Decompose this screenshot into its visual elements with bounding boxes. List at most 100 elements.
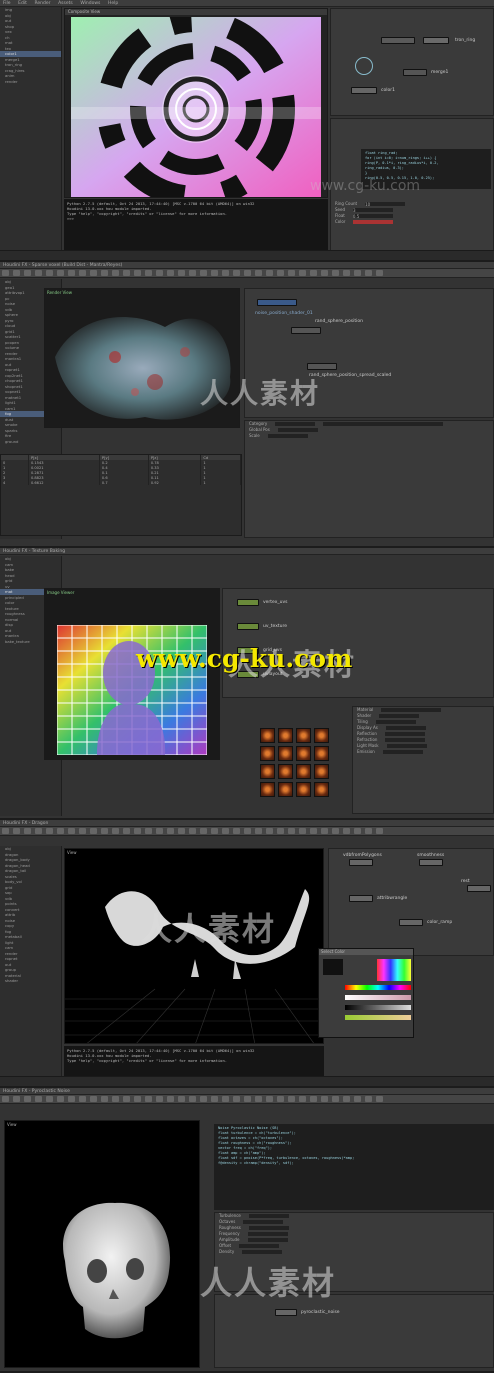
color-picker-dialog[interactable]: Select Color xyxy=(318,948,414,1038)
shelf-icon[interactable] xyxy=(354,1096,361,1102)
shelf-icon[interactable] xyxy=(46,828,53,834)
node[interactable] xyxy=(467,885,491,892)
material-swatch-icon[interactable] xyxy=(260,764,275,779)
material-swatch-icon[interactable] xyxy=(314,782,329,797)
material-swatch-icon[interactable] xyxy=(314,764,329,779)
shelf-icon[interactable] xyxy=(266,1096,273,1102)
shelf-icon[interactable] xyxy=(112,828,119,834)
shelf-icon[interactable] xyxy=(376,270,383,276)
shelf-icon[interactable] xyxy=(13,270,20,276)
shelf-icon[interactable] xyxy=(332,270,339,276)
shelf-icon[interactable] xyxy=(233,828,240,834)
node[interactable] xyxy=(399,919,423,926)
shelf-icon[interactable] xyxy=(112,1096,119,1102)
shelf-icon[interactable] xyxy=(222,270,229,276)
shelf-icon[interactable] xyxy=(200,1096,207,1102)
shelf-icon[interactable] xyxy=(35,1096,42,1102)
shelf-icon[interactable] xyxy=(101,1096,108,1102)
geometry-spreadsheet[interactable]: P[x] P[y] P[z] Cd 0 0.1543 0.2 0.78 1 1 0.0021 0.… xyxy=(0,454,242,536)
shelf-icon[interactable] xyxy=(354,828,361,834)
shelf-icon[interactable] xyxy=(57,828,64,834)
shelf-icon[interactable] xyxy=(211,270,218,276)
shelf-icon[interactable] xyxy=(2,270,9,276)
shelf-icon[interactable] xyxy=(354,270,361,276)
shelf-icon[interactable] xyxy=(365,270,372,276)
python-shell[interactable]: Python 2.7.5 (default, Oct 24 2013, 17:4… xyxy=(64,1046,324,1076)
shelf-icon[interactable] xyxy=(244,828,251,834)
color-palette[interactable] xyxy=(377,959,411,981)
shelf-icon[interactable] xyxy=(145,1096,152,1102)
shelf-icon[interactable] xyxy=(35,270,42,276)
shelf-icon[interactable] xyxy=(343,1096,350,1102)
menu-file[interactable]: File xyxy=(0,0,14,7)
menu-windows[interactable]: Windows xyxy=(77,0,103,7)
material-swatch-icon[interactable] xyxy=(296,728,311,743)
shelf-icon[interactable] xyxy=(123,1096,130,1102)
shelf-icon[interactable] xyxy=(134,270,141,276)
shelf-icon[interactable] xyxy=(233,1096,240,1102)
shelf-icon[interactable] xyxy=(233,270,240,276)
sat-slider[interactable] xyxy=(345,995,411,1000)
node[interactable] xyxy=(237,623,259,630)
node[interactable] xyxy=(423,37,449,44)
shelf-icon[interactable] xyxy=(156,1096,163,1102)
material-swatch-icon[interactable] xyxy=(260,746,275,761)
node[interactable] xyxy=(291,327,321,334)
shelf-icon[interactable] xyxy=(299,270,306,276)
shelf-icon[interactable] xyxy=(288,828,295,834)
shelf-icon[interactable] xyxy=(277,270,284,276)
shelf-icon[interactable] xyxy=(79,1096,86,1102)
shelf-icon[interactable] xyxy=(288,1096,295,1102)
material-swatch-icon[interactable] xyxy=(296,782,311,797)
shelf-icon[interactable] xyxy=(244,270,251,276)
shelf-icon[interactable] xyxy=(277,828,284,834)
shelf-icon[interactable] xyxy=(332,828,339,834)
shelf-icon[interactable] xyxy=(2,828,9,834)
shelf-icon[interactable] xyxy=(24,270,31,276)
hue-slider[interactable] xyxy=(345,985,411,990)
shelf-icon[interactable] xyxy=(255,828,262,834)
material-swatch-icon[interactable] xyxy=(260,728,275,743)
shelf-icon[interactable] xyxy=(90,1096,97,1102)
shelf-icon[interactable] xyxy=(211,828,218,834)
shelf-icon[interactable] xyxy=(332,1096,339,1102)
shelf-icon[interactable] xyxy=(35,828,42,834)
node[interactable] xyxy=(349,859,373,866)
shelf-icon[interactable] xyxy=(46,270,53,276)
node-graph[interactable]: vdbfromPolygons smoothness attribwrangle… xyxy=(328,848,494,956)
shelf-icon[interactable] xyxy=(299,1096,306,1102)
shelf-icon[interactable] xyxy=(299,828,306,834)
shelf-icon[interactable] xyxy=(68,1096,75,1102)
shelf-icon[interactable] xyxy=(90,828,97,834)
shelf-icon[interactable] xyxy=(2,1096,9,1102)
shelf-icon[interactable] xyxy=(321,828,328,834)
shelf-icon[interactable] xyxy=(167,1096,174,1102)
param-row[interactable]: Emission xyxy=(353,749,493,755)
vex-code-editor[interactable]: Noise Pyroclastic Noise (SB) float turbul… xyxy=(214,1124,494,1210)
tree-item[interactable]: ground xyxy=(0,439,61,445)
shelf-icon[interactable] xyxy=(343,270,350,276)
shelf-icon[interactable] xyxy=(112,270,119,276)
shelf-icon[interactable] xyxy=(101,828,108,834)
node[interactable] xyxy=(381,37,415,44)
node-graph[interactable]: tron_ring merge1 color1 xyxy=(330,8,494,116)
timeline[interactable] xyxy=(0,250,494,260)
shelf-icon[interactable] xyxy=(13,828,20,834)
shelf-icon[interactable] xyxy=(189,828,196,834)
shelf-icon[interactable] xyxy=(68,270,75,276)
material-swatch-icon[interactable] xyxy=(278,746,293,761)
node-graph[interactable]: pyroclastic_noise xyxy=(214,1294,494,1368)
shelf-icon[interactable] xyxy=(343,828,350,834)
timeline[interactable] xyxy=(0,1076,494,1086)
shelf-icon[interactable] xyxy=(145,270,152,276)
shelf-icon[interactable] xyxy=(57,270,64,276)
shelf-icon[interactable] xyxy=(365,828,372,834)
shelf-icon[interactable] xyxy=(156,828,163,834)
material-swatch-icon[interactable] xyxy=(296,746,311,761)
shelf-icon[interactable] xyxy=(310,1096,317,1102)
composite-viewport[interactable]: Composite View xyxy=(64,8,328,198)
shelf-icon[interactable] xyxy=(255,1096,262,1102)
shelf-icon[interactable] xyxy=(123,828,130,834)
python-shell[interactable]: Python 2.7.5 (default, Oct 24 2013, 17:4… xyxy=(64,199,328,251)
param-row[interactable]: Color xyxy=(331,219,493,225)
